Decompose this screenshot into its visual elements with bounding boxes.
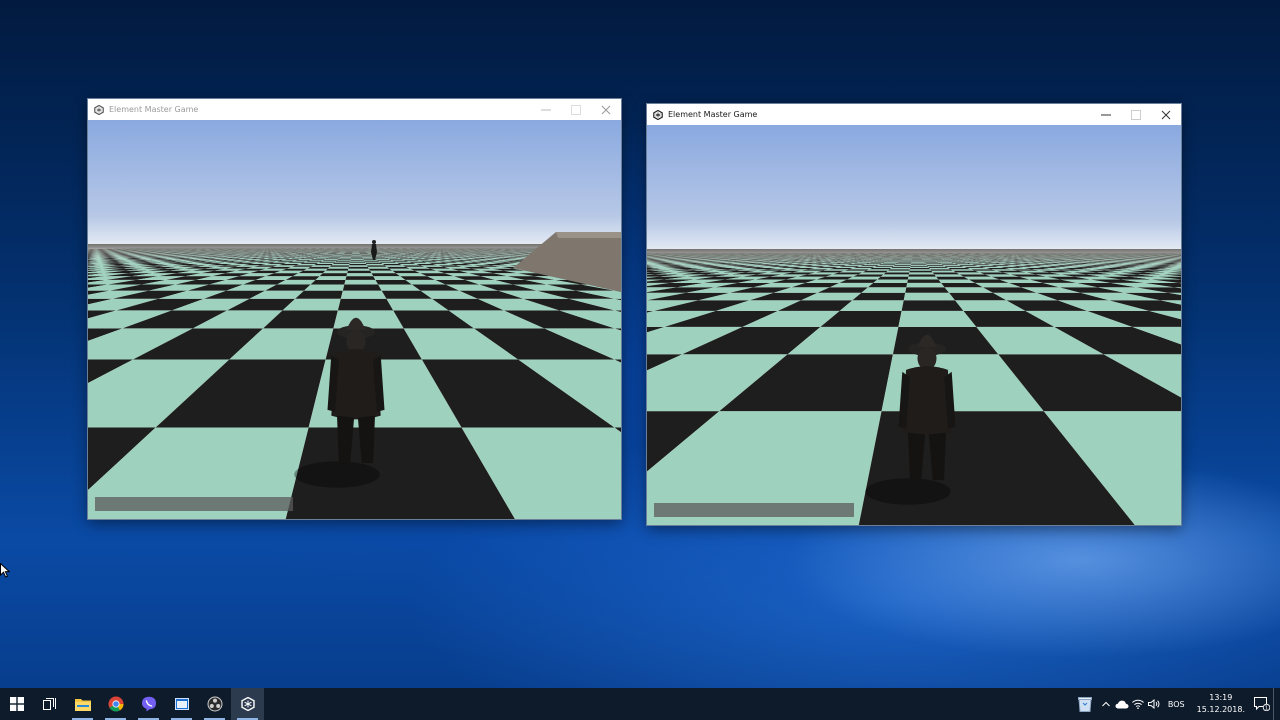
close-button[interactable] [591, 99, 621, 120]
health-bar [95, 497, 293, 511]
game-viewport[interactable] [88, 120, 621, 519]
taskbar-chrome[interactable] [99, 688, 132, 720]
title-bar[interactable]: Element Master Game [88, 99, 621, 120]
windows-logo-icon [9, 697, 24, 711]
minimize-button[interactable] [1091, 104, 1121, 125]
cloud-icon [1115, 700, 1129, 708]
system-tray: BOS 13:19 15.12.2018. 1 [1072, 688, 1280, 720]
obs-icon [207, 696, 222, 712]
clock[interactable]: 13:19 15.12.2018. [1191, 692, 1251, 716]
action-center-button[interactable]: 1 [1251, 688, 1273, 720]
title-bar[interactable]: Element Master Game [647, 104, 1181, 125]
window-title: Element Master Game [668, 110, 758, 119]
taskbar-viber[interactable] [132, 688, 165, 720]
notification-count: 1 [1265, 705, 1268, 711]
recycle-bin-icon [1077, 697, 1092, 712]
show-hidden-icons-button[interactable] [1098, 688, 1114, 720]
show-desktop-button[interactable] [1273, 688, 1280, 720]
volume-tray[interactable] [1146, 688, 1162, 720]
onedrive-tray[interactable] [1114, 688, 1130, 720]
clock-time: 13:19 [1209, 693, 1233, 702]
maximize-button[interactable] [1121, 104, 1151, 125]
unity-icon [652, 109, 664, 121]
speaker-icon [1147, 699, 1160, 709]
task-view-button[interactable] [33, 688, 66, 720]
chrome-icon [108, 696, 123, 712]
game-window-right[interactable]: Element Master Game [647, 104, 1181, 525]
wifi-icon [1132, 699, 1144, 709]
chevron-up-icon [1102, 701, 1110, 707]
sky [647, 125, 1181, 253]
clock-date: 15.12.2018. [1196, 705, 1245, 714]
game-scene [88, 120, 621, 519]
file-explorer-icon [74, 699, 91, 711]
taskbar-unity[interactable] [231, 688, 264, 720]
taskbar: BOS 13:19 15.12.2018. 1 [0, 688, 1280, 720]
taskbar-obs[interactable] [198, 688, 231, 720]
mouse-cursor-icon [0, 562, 11, 582]
minimize-button[interactable] [531, 99, 561, 120]
maximize-button[interactable] [561, 99, 591, 120]
app-window-icon [174, 698, 189, 710]
close-button[interactable] [1151, 104, 1181, 125]
game-viewport[interactable] [647, 125, 1181, 525]
input-language[interactable]: BOS [1162, 700, 1191, 709]
notification-icon: 1 [1254, 697, 1270, 711]
recycle-bin-tray[interactable] [1072, 688, 1098, 720]
game-window-left[interactable]: Element Master Game [88, 99, 621, 519]
taskbar-app-window[interactable] [165, 688, 198, 720]
start-button[interactable] [0, 688, 33, 720]
sky [88, 120, 621, 248]
network-tray[interactable] [1130, 688, 1146, 720]
health-bar [654, 503, 854, 517]
unity-icon [240, 697, 255, 711]
game-scene [647, 125, 1181, 525]
window-title: Element Master Game [109, 105, 199, 114]
taskbar-file-explorer[interactable] [66, 688, 99, 720]
task-view-icon [42, 698, 56, 710]
unity-icon [93, 104, 105, 116]
viber-icon [141, 696, 156, 712]
